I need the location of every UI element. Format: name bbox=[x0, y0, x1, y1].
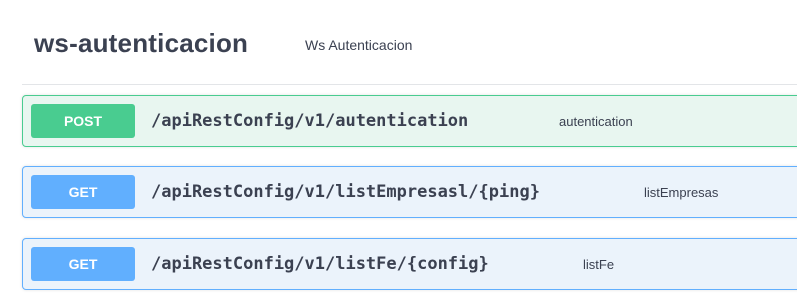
method-badge: GET bbox=[31, 247, 135, 281]
operation-path: /apiRestConfig/v1/autentication bbox=[151, 111, 469, 131]
method-badge: POST bbox=[31, 104, 135, 138]
tag-title: ws-autenticacion bbox=[34, 28, 249, 58]
operation-get-listempresas[interactable]: GET /apiRestConfig/v1/listEmpresasl/{pin… bbox=[22, 166, 797, 218]
tag-description: Ws Autenticacion bbox=[305, 37, 413, 53]
tag-section-header[interactable]: ws-autenticacion Ws Autenticacion bbox=[22, 0, 797, 85]
operation-get-listfe[interactable]: GET /apiRestConfig/v1/listFe/{config} li… bbox=[22, 238, 797, 290]
method-badge: GET bbox=[31, 175, 135, 209]
operation-summary: listEmpresas bbox=[644, 185, 719, 200]
swagger-page: ws-autenticacion Ws Autenticacion POST /… bbox=[0, 0, 797, 305]
operation-path: /apiRestConfig/v1/listEmpresasl/{ping} bbox=[151, 182, 540, 202]
operation-summary: listFe bbox=[583, 257, 615, 272]
operation-summary: autentication bbox=[559, 114, 633, 129]
operation-path: /apiRestConfig/v1/listFe/{config} bbox=[151, 254, 489, 274]
operation-post-autentication[interactable]: POST /apiRestConfig/v1/autentication aut… bbox=[22, 95, 797, 147]
